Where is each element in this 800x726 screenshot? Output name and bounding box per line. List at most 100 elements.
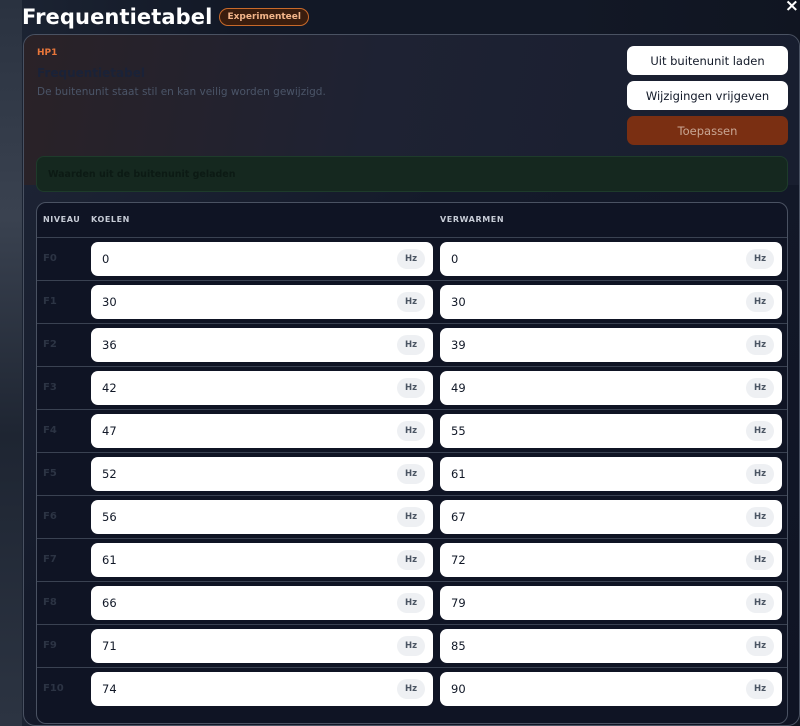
cooling-frequency-value: 0 (102, 252, 110, 266)
hz-unit-badge: Hz (746, 464, 774, 484)
cooling-frequency-value: 52 (102, 467, 117, 481)
hz-unit-badge: Hz (397, 550, 425, 570)
cooling-frequency-input[interactable]: 36 Hz (91, 328, 433, 362)
column-header-heating: VERWARMEN (440, 215, 505, 224)
release-changes-button[interactable]: Wijzigingen vrijgeven (627, 81, 788, 110)
heating-frequency-input[interactable]: 90 Hz (440, 672, 782, 706)
heating-frequency-value: 49 (451, 381, 466, 395)
dialog-title: Frequentietabel (22, 5, 213, 29)
heating-frequency-input[interactable]: 61 Hz (440, 457, 782, 491)
cooling-frequency-input[interactable]: 30 Hz (91, 285, 433, 319)
load-from-outdoor-unit-button[interactable]: Uit buitenunit laden (627, 46, 788, 75)
hz-unit-badge: Hz (397, 335, 425, 355)
cooling-frequency-input[interactable]: 71 Hz (91, 629, 433, 663)
cooling-frequency-input[interactable]: 56 Hz (91, 500, 433, 534)
hz-unit-badge: Hz (746, 335, 774, 355)
cooling-frequency-value: 66 (102, 596, 117, 610)
hz-unit-badge: Hz (397, 292, 425, 312)
table-row: F9 71 Hz 85 Hz (37, 625, 787, 668)
hz-unit-badge: Hz (746, 550, 774, 570)
heating-frequency-input[interactable]: 72 Hz (440, 543, 782, 577)
heating-frequency-input[interactable]: 39 Hz (440, 328, 782, 362)
status-notice-text: Waarden uit de buitenunit geladen (48, 168, 236, 180)
heating-frequency-input[interactable]: 0 Hz (440, 242, 782, 276)
cooling-frequency-value: 56 (102, 510, 117, 524)
heating-frequency-value: 90 (451, 682, 466, 696)
level-label: F1 (43, 296, 57, 307)
heating-frequency-input[interactable]: 67 Hz (440, 500, 782, 534)
level-label: F6 (43, 511, 57, 522)
hz-unit-badge: Hz (397, 636, 425, 656)
frequency-table-panel: HP1 Frequentietabel De buitenunit staat … (23, 34, 800, 726)
table-header: NIVEAU KOELEN VERWARMEN (37, 203, 787, 238)
cooling-frequency-input[interactable]: 47 Hz (91, 414, 433, 448)
table-row: F8 66 Hz 79 Hz (37, 582, 787, 625)
cooling-frequency-value: 61 (102, 553, 117, 567)
heating-frequency-value: 61 (451, 467, 466, 481)
hz-unit-badge: Hz (397, 464, 425, 484)
cooling-frequency-input[interactable]: 0 Hz (91, 242, 433, 276)
level-label: F7 (43, 554, 57, 565)
experimental-badge: Experimenteel (219, 8, 309, 26)
heating-frequency-input[interactable]: 79 Hz (440, 586, 782, 620)
dialog-header: Frequentietabel Experimenteel (0, 0, 800, 34)
hz-unit-badge: Hz (397, 679, 425, 699)
level-label: F5 (43, 468, 57, 479)
section-subtitle: De buitenunit staat stil en kan veilig w… (37, 86, 326, 98)
hz-unit-badge: Hz (746, 378, 774, 398)
hz-unit-badge: Hz (746, 292, 774, 312)
cooling-frequency-input[interactable]: 66 Hz (91, 586, 433, 620)
cooling-frequency-value: 30 (102, 295, 117, 309)
cooling-frequency-input[interactable]: 42 Hz (91, 371, 433, 405)
heating-frequency-value: 85 (451, 639, 466, 653)
table-row: F5 52 Hz 61 Hz (37, 453, 787, 496)
column-header-level: NIVEAU (43, 215, 81, 224)
table-row: F2 36 Hz 39 Hz (37, 324, 787, 367)
hz-unit-badge: Hz (397, 378, 425, 398)
cooling-frequency-value: 71 (102, 639, 117, 653)
column-header-cooling: KOELEN (91, 215, 130, 224)
heating-frequency-value: 0 (451, 252, 459, 266)
cooling-frequency-input[interactable]: 52 Hz (91, 457, 433, 491)
cooling-frequency-value: 42 (102, 381, 117, 395)
cooling-frequency-input[interactable]: 74 Hz (91, 672, 433, 706)
apply-button[interactable]: Toepassen (627, 116, 788, 145)
cooling-frequency-value: 47 (102, 424, 117, 438)
table-row: F10 74 Hz 90 Hz (37, 668, 787, 711)
level-label: F9 (43, 640, 57, 651)
hz-unit-badge: Hz (746, 507, 774, 527)
heating-frequency-input[interactable]: 85 Hz (440, 629, 782, 663)
level-label: F8 (43, 597, 57, 608)
table-row: F6 56 Hz 67 Hz (37, 496, 787, 539)
heating-frequency-input[interactable]: 55 Hz (440, 414, 782, 448)
heating-frequency-value: 30 (451, 295, 466, 309)
heating-frequency-value: 79 (451, 596, 466, 610)
hz-unit-badge: Hz (746, 636, 774, 656)
cooling-frequency-input[interactable]: 61 Hz (91, 543, 433, 577)
table-row: F4 47 Hz 55 Hz (37, 410, 787, 453)
close-icon[interactable]: × (785, 0, 799, 15)
status-notice: Waarden uit de buitenunit geladen (36, 156, 788, 192)
frequency-table: NIVEAU KOELEN VERWARMEN F0 0 Hz 0 Hz F1 30 Hz 30… (36, 202, 788, 724)
table-row: F7 61 Hz 72 Hz (37, 539, 787, 582)
heating-frequency-value: 67 (451, 510, 466, 524)
heating-frequency-input[interactable]: 30 Hz (440, 285, 782, 319)
hz-unit-badge: Hz (397, 249, 425, 269)
heating-frequency-value: 55 (451, 424, 466, 438)
level-label: F2 (43, 339, 57, 350)
cooling-frequency-value: 74 (102, 682, 117, 696)
hz-unit-badge: Hz (397, 593, 425, 613)
hz-unit-badge: Hz (746, 249, 774, 269)
table-row: F1 30 Hz 30 Hz (37, 281, 787, 324)
cooling-frequency-value: 36 (102, 338, 117, 352)
hz-unit-badge: Hz (746, 679, 774, 699)
table-row: F3 42 Hz 49 Hz (37, 367, 787, 410)
hz-unit-badge: Hz (397, 421, 425, 441)
heating-frequency-input[interactable]: 49 Hz (440, 371, 782, 405)
hz-unit-badge: Hz (746, 593, 774, 613)
hz-unit-badge: Hz (397, 507, 425, 527)
hz-unit-badge: Hz (746, 421, 774, 441)
level-label: F0 (43, 253, 57, 264)
level-label: F3 (43, 382, 57, 393)
level-label: F10 (43, 683, 64, 694)
